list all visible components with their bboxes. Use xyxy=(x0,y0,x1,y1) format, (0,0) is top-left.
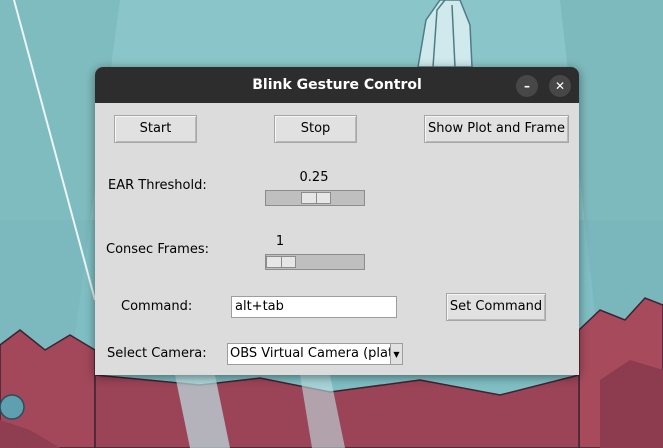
select-camera-label: Select Camera: xyxy=(107,346,207,361)
set-command-button[interactable]: Set Command xyxy=(446,293,546,321)
stop-button[interactable]: Stop xyxy=(274,115,357,143)
consec-frames-slider-thumb[interactable] xyxy=(266,256,296,268)
start-button[interactable]: Start xyxy=(114,115,197,143)
ear-threshold-value: 0.25 xyxy=(299,170,329,185)
window-title: Blink Gesture Control xyxy=(252,77,422,93)
command-label: Command: xyxy=(121,299,193,314)
chevron-down-icon[interactable]: ▼ xyxy=(390,344,402,364)
ear-threshold-slider[interactable] xyxy=(265,190,365,206)
minimize-icon[interactable]: – xyxy=(516,75,538,97)
ear-threshold-label: EAR Threshold: xyxy=(108,178,207,193)
show-plot-and-frame-button[interactable]: Show Plot and Frame xyxy=(424,115,569,143)
command-input[interactable]: alt+tab xyxy=(231,296,397,318)
consec-frames-label: Consec Frames: xyxy=(106,242,209,257)
close-icon[interactable]: ✕ xyxy=(549,75,571,97)
camera-select[interactable]: OBS Virtual Camera (platform:v4l2loopbac… xyxy=(227,343,403,365)
consec-frames-slider[interactable] xyxy=(265,254,365,270)
consec-frames-value: 1 xyxy=(275,234,285,249)
title-bar[interactable]: Blink Gesture Control – ✕ xyxy=(95,67,579,103)
app-window: Blink Gesture Control – ✕ Start Stop Sho… xyxy=(95,67,579,375)
window-content: Start Stop Show Plot and Frame EAR Thres… xyxy=(95,103,579,375)
camera-select-value: OBS Virtual Camera (platform:v4l2loopbac… xyxy=(230,346,402,361)
slider-grip xyxy=(281,257,282,267)
slider-grip xyxy=(316,193,317,203)
ear-threshold-slider-thumb[interactable] xyxy=(301,192,331,204)
